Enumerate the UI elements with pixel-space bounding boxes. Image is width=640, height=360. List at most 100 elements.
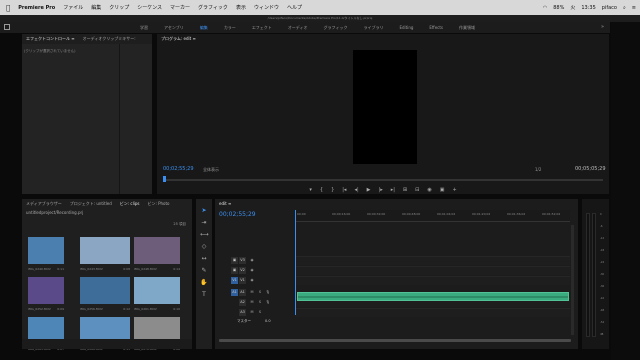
clip-thumbnail[interactable]: IMG_0261.MOV 0:10 [134,277,180,311]
workspace-effects[interactable]: エフェクト [252,25,272,31]
menu-window[interactable]: ウィンドウ [254,4,279,11]
clip-thumbnail[interactable]: IMG_0240.MOV 0:11 [28,237,64,271]
menu-sequence[interactable]: シーケンス [137,4,162,11]
extract-icon[interactable]: ⊟ [415,187,419,193]
timeline-timecode[interactable]: 00;02;55;29 [219,211,256,218]
eye-icon[interactable]: ◉ [249,257,255,264]
track-label-v2[interactable]: V2 [239,267,246,274]
workspace-edit[interactable]: 編集 [200,25,208,31]
track-label-v1[interactable]: V1 [239,277,246,284]
program-timecode[interactable]: 00;02;55;29 [163,166,194,172]
workspace-graphics[interactable]: グラフィック [324,25,348,31]
time-ruler[interactable]: 00;00 00;00;16;00 00;00;32;00 00;00;48;00 00… [295,210,570,222]
go-to-in-icon[interactable]: |◂ [342,187,346,193]
home-icon[interactable] [4,24,10,30]
go-to-out-icon[interactable]: ▸| [391,187,395,193]
timeline-horizontal-scrollbar[interactable] [219,339,571,342]
solo-icon[interactable]: S [257,299,263,306]
workspace-area[interactable]: 作業領域 [459,25,475,31]
lift-icon[interactable]: ⊞ [403,187,407,193]
source-patch-v1[interactable]: V1 [231,277,238,284]
clock[interactable]: 13:35 [581,5,595,11]
razor-tool-icon[interactable]: ◇ [200,243,208,251]
apple-icon[interactable]:  [6,4,10,12]
tab-program[interactable]: プログラム: edit ≡ [161,36,196,42]
compare-icon[interactable]: ▣ [440,187,445,193]
more-workspaces-icon[interactable]: » [601,24,604,30]
resolution-dropdown[interactable]: 1/2 [535,167,541,172]
user-name[interactable]: pifaco [602,5,617,11]
tab-media-browser[interactable]: メディアブラウザー [26,201,62,207]
timeline-vertical-scrollbar[interactable] [571,225,574,335]
solo-icon[interactable]: S [257,309,263,316]
lane-v1[interactable] [295,276,570,285]
program-scrubber[interactable] [163,179,603,181]
type-tool-icon[interactable]: T [200,291,208,299]
search-icon[interactable]: ⌕ [623,5,626,11]
step-back-icon[interactable]: ◂| [354,187,358,193]
mute-icon[interactable]: M [249,299,255,306]
eye-icon[interactable]: ◉ [249,267,255,274]
lane-v3[interactable] [295,256,570,265]
menu-clip[interactable]: クリップ [109,4,129,11]
master-value[interactable]: 0.0 [265,319,271,323]
menu-help[interactable]: ヘルプ [287,4,302,11]
clip-thumbnail[interactable]: IMG_0243.MOV 0:08 [80,237,130,271]
ripple-edit-tool-icon[interactable]: ⟷ [200,231,209,239]
tab-audio-clip-mixer[interactable]: オーディオクリップミキサー: [83,36,136,42]
battery-percent[interactable]: 88% [553,5,564,11]
fit-dropdown[interactable]: 全体表示 [203,167,219,173]
workspace-color[interactable]: カラー [224,25,236,31]
menu-edit[interactable]: 編集 [91,4,101,11]
solo-icon[interactable]: S [257,289,263,296]
tab-sequence-edit[interactable]: edit ≡ [219,201,231,206]
play-icon[interactable]: ▶ [367,187,371,193]
workspace-editing[interactable]: Editing [399,25,413,30]
mic-icon[interactable]: 🎙 [265,289,271,296]
mark-in-icon[interactable]: { [320,187,323,193]
clip-thumbnail[interactable]: IMG_0256.MOV 0:12 [80,277,130,311]
mic-icon[interactable]: 🎙 [265,299,271,306]
mark-out-icon[interactable]: } [331,187,334,193]
program-playhead[interactable] [163,176,166,182]
menu-list-icon[interactable]: ≡ [632,5,636,11]
tab-project[interactable]: プロジェクト: untitled [70,201,112,207]
mute-icon[interactable]: M [249,309,255,316]
tab-effect-controls[interactable]: エフェクトコントロール ≡ [26,36,75,42]
menu-view[interactable]: 表示 [236,4,246,11]
menu-marker[interactable]: マーカー [170,4,190,11]
selection-tool-icon[interactable]: ➤ [200,207,208,215]
timeline-playhead[interactable] [295,210,296,315]
wifi-icon[interactable]: ◠ [543,5,547,11]
lock-icon[interactable]: ▣ [231,267,238,274]
pen-tool-icon[interactable]: ✎ [200,267,208,275]
lane-a3[interactable] [295,308,570,317]
workspace-assembly[interactable]: アセンブリ [164,25,184,31]
add-marker-icon[interactable]: ▾ [309,187,312,193]
mute-icon[interactable]: M [249,289,255,296]
lock-icon[interactable]: ▣ [231,257,238,264]
tab-bin-clips[interactable]: ビン: clips [120,201,140,207]
hand-tool-icon[interactable]: ✋ [200,279,208,287]
workspace-audio[interactable]: オーディオ [288,25,308,31]
track-label-a3[interactable]: A3 [239,309,246,316]
source-patch-a1[interactable]: A1 [231,289,238,296]
clip-thumbnail[interactable]: IMG_0252.MOV 0:09 [28,277,64,311]
audio-clip[interactable] [297,292,569,301]
track-label-v3[interactable]: V3 [239,257,246,264]
menu-app[interactable]: Premiere Pro [18,5,55,11]
export-frame-icon[interactable]: ◉ [427,187,431,193]
add-button-icon[interactable]: + [452,187,456,193]
clip-thumbnail[interactable]: IMG_0248.MOV 0:14 [134,237,180,271]
workspace-learn[interactable]: 学習 [140,25,148,31]
track-select-tool-icon[interactable]: ⇥ [200,219,208,227]
track-label-a1[interactable]: A1 [239,289,246,296]
lane-v2[interactable] [295,266,570,275]
tab-bin-photo[interactable]: ビン: Photo [147,201,169,207]
menu-file[interactable]: ファイル [63,4,83,11]
menu-graphic[interactable]: グラフィック [198,4,228,11]
track-label-a2[interactable]: A2 [239,299,246,306]
workspace-libraries[interactable]: ライブラリ [363,25,383,31]
step-forward-icon[interactable]: |▸ [379,187,383,193]
slip-tool-icon[interactable]: ↔ [200,255,208,263]
